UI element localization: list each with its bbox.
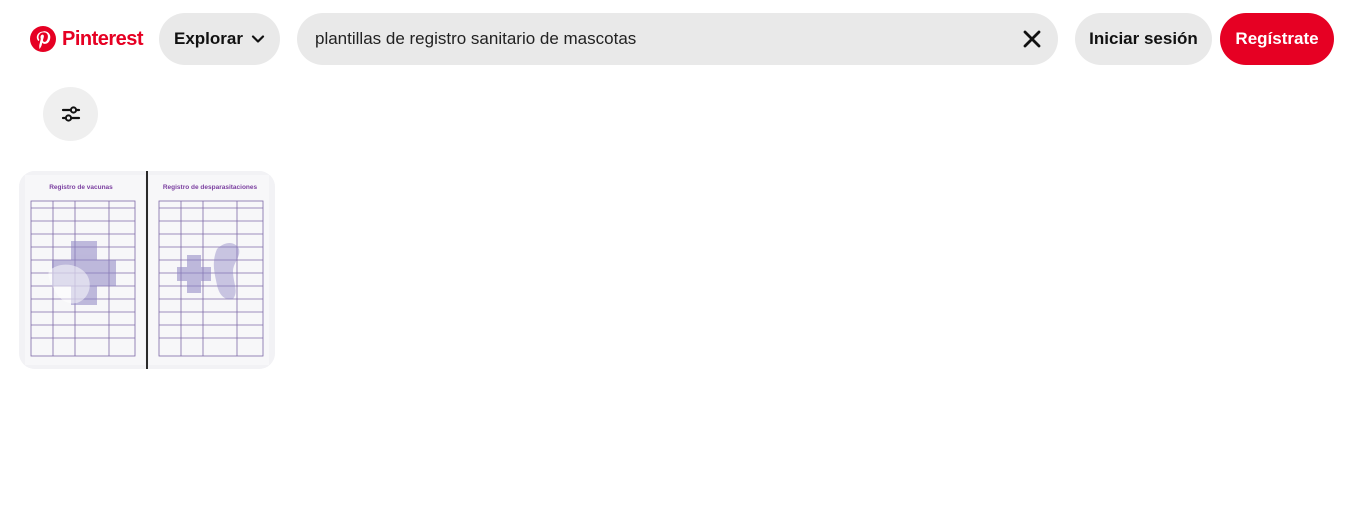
pin-card[interactable]: Registro de vacunas Registro de desparas… [19, 171, 275, 369]
signup-button[interactable]: Regístrate [1220, 13, 1334, 65]
search-bar [297, 13, 1058, 65]
chevron-down-icon [251, 35, 265, 43]
clear-search-button[interactable] [1020, 27, 1044, 51]
login-button[interactable]: Iniciar sesión [1075, 13, 1212, 65]
pinterest-logo[interactable]: Pinterest [30, 25, 144, 53]
top-header: Pinterest Explorar Iniciar sesión Regíst… [0, 0, 1350, 80]
right-page-title: Registro de desparasitaciones [163, 184, 258, 191]
close-icon [1023, 30, 1041, 48]
pin-image: Registro de vacunas Registro de desparas… [19, 171, 275, 369]
left-page-title: Registro de vacunas [49, 184, 113, 191]
pinterest-logo-icon [30, 26, 56, 52]
overflow-edge [1344, 30, 1350, 50]
filter-button[interactable] [43, 87, 98, 141]
logo-wordmark: Pinterest [62, 27, 144, 50]
filter-sliders-icon [61, 106, 80, 122]
search-input[interactable] [315, 13, 1005, 65]
explore-label: Explorar [174, 29, 243, 48]
explore-button[interactable]: Explorar [159, 13, 280, 65]
